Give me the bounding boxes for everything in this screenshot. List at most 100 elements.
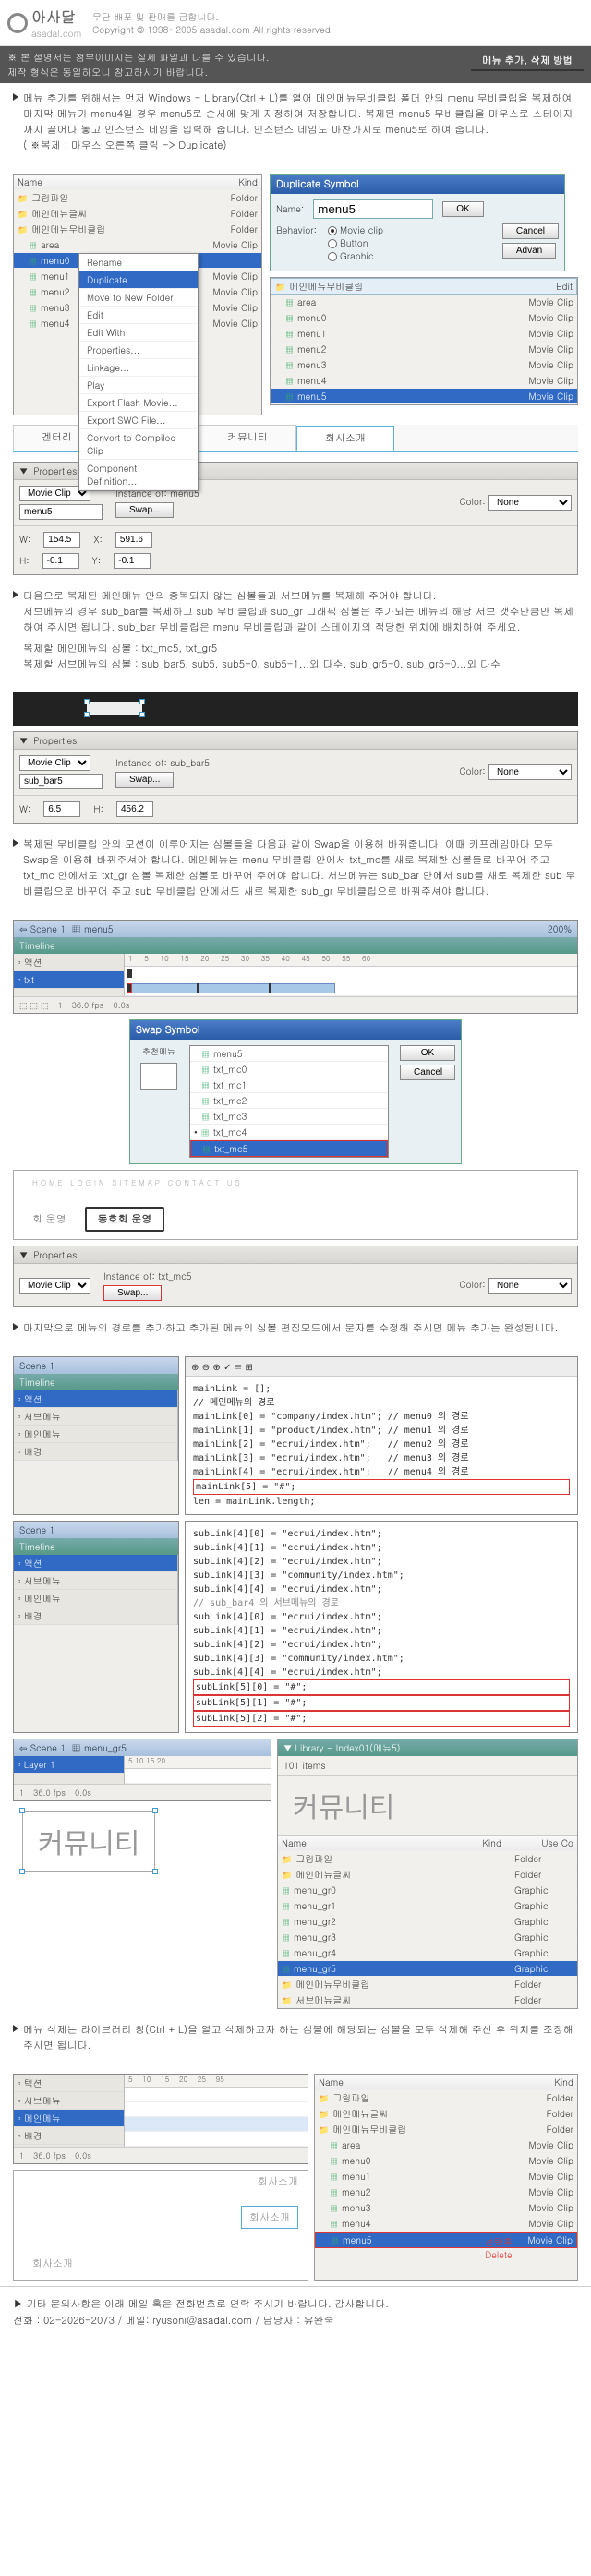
lib-item[interactable]: 메인메뉴무비클립Folder <box>278 1977 577 1992</box>
ctx-export-swf[interactable]: Export Flash Movie... <box>79 394 198 412</box>
ctx-edit[interactable]: Edit <box>79 307 198 324</box>
color-select[interactable]: None <box>488 764 572 780</box>
delete-block: ▫텍션 ▫서브메뉴 ▫메인메뉴 ▫배경 5 10 15 20 25 95 136… <box>13 2074 578 2281</box>
scene-crumb[interactable]: Scene 1 <box>19 1359 54 1372</box>
cancel-button[interactable]: Cancel <box>502 223 559 239</box>
lib-item[interactable]: 그림파일 <box>31 191 226 204</box>
lib-item[interactable]: menu_gr3Graphic <box>278 1930 577 1945</box>
radio-button[interactable] <box>328 239 337 248</box>
text-item-selected[interactable]: 동호회 운영 <box>85 1207 165 1232</box>
x-input[interactable] <box>115 532 152 548</box>
layer-row-selected[interactable]: ▫액션 <box>14 1555 177 1572</box>
swap-item[interactable]: txt_mc0 <box>213 1063 247 1076</box>
lib-item[interactable]: menu_gr1Graphic <box>278 1898 577 1914</box>
lib-item[interactable]: menu1Movie Clip <box>315 2169 577 2185</box>
y-input[interactable] <box>114 553 151 569</box>
lib-item[interactable]: 그림파일Folder <box>315 2090 577 2106</box>
lib-item-selected[interactable]: menu5 <box>297 390 525 403</box>
swap-item[interactable]: menu5 <box>213 1047 243 1060</box>
ctx-play[interactable]: Play <box>79 377 198 394</box>
swap-button[interactable]: Swap... <box>115 772 174 788</box>
layer-row[interactable]: ▫배경 <box>14 1607 177 1625</box>
lib-item[interactable]: 메인메뉴글씨Folder <box>315 2106 577 2122</box>
w-input[interactable] <box>43 801 80 817</box>
lib-item[interactable]: 메인메뉴글씨Folder <box>278 1867 577 1883</box>
layer-row-selected[interactable]: ▫액션 <box>14 1390 177 1408</box>
lib-item[interactable]: 메인메뉴글씨 <box>31 207 226 220</box>
name-input[interactable] <box>313 199 433 219</box>
swap-item[interactable]: txt_mc2 <box>213 1094 247 1107</box>
lib-item[interactable]: menu4 <box>297 374 525 387</box>
instance-name-input[interactable] <box>19 504 103 520</box>
lib-item[interactable]: menu1 <box>297 327 525 340</box>
lib-item[interactable]: areaMovie Clip <box>315 2137 577 2153</box>
scene-crumb[interactable]: Scene 1 <box>19 1523 54 1536</box>
ok-button[interactable]: OK <box>400 1045 455 1061</box>
lib-item[interactable]: menu3Movie Clip <box>315 2200 577 2216</box>
type-select[interactable]: Movie Clip <box>19 1278 90 1294</box>
swap-item[interactable]: txt_mc3 <box>213 1110 247 1123</box>
lib-item[interactable]: 메인메뉴무비클립 <box>31 223 226 235</box>
lib-item[interactable]: menu_gr0Graphic <box>278 1883 577 1898</box>
scene-crumb[interactable]: Scene 1 <box>30 922 66 935</box>
layer-row[interactable]: ▫액션 <box>14 954 124 971</box>
w-input[interactable] <box>43 532 80 548</box>
ctx-editwith[interactable]: Edit With <box>79 324 198 342</box>
swap-item-selected[interactable]: txt_mc5 <box>214 1142 247 1155</box>
lib-item[interactable]: area <box>41 238 209 251</box>
lib-item[interactable]: menu_gr5Graphic <box>278 1961 577 1977</box>
h-input[interactable] <box>42 553 79 569</box>
ctx-properties[interactable]: Properties... <box>79 342 198 359</box>
swap-button[interactable]: Swap... <box>115 502 174 518</box>
tab-item[interactable]: 커뮤니티 <box>199 425 296 451</box>
type-select[interactable]: Movie Clip <box>19 755 90 771</box>
layer-row-selected[interactable]: ▫txt <box>14 971 124 989</box>
advanced-button[interactable]: Advan <box>502 243 556 259</box>
code-body[interactable]: subLink[4][0] = "ecrui/index.htm";subLin… <box>186 1522 577 1732</box>
zoom-value[interactable]: 200% <box>548 922 572 935</box>
lib-folder[interactable]: 메인메뉴무비클립 <box>289 280 552 293</box>
instance-name-input[interactable] <box>19 774 103 789</box>
swap-item[interactable]: txt_mc1 <box>213 1078 247 1091</box>
selected-clip[interactable] <box>87 702 142 715</box>
ctx-rename[interactable]: Rename <box>79 254 198 271</box>
layer-row[interactable]: ▫서브메뉴 <box>14 1408 177 1426</box>
lib-item[interactable]: 서브메뉴글씨Folder <box>278 1992 577 2008</box>
ctx-compdef[interactable]: Component Definition... <box>79 460 198 490</box>
layer-row[interactable]: ▫배경 <box>14 1443 177 1461</box>
ctx-convert[interactable]: Convert to Compiled Clip <box>79 429 198 460</box>
ctx-linkage[interactable]: Linkage... <box>79 359 198 377</box>
color-select[interactable]: None <box>488 495 572 511</box>
ctx-export-swc[interactable]: Export SWC File... <box>79 412 198 429</box>
layer-row[interactable]: ▫메인메뉴 <box>14 1590 177 1607</box>
lib-item[interactable]: menu_gr4Graphic <box>278 1945 577 1961</box>
swap-item[interactable]: txt_mc4 <box>213 1125 247 1138</box>
lib-item[interactable]: 메인메뉴무비클립Folder <box>315 2122 577 2137</box>
lib-item[interactable]: area <box>297 295 525 308</box>
h-input[interactable] <box>116 801 153 817</box>
color-select[interactable]: None <box>488 1278 572 1294</box>
lib-item-selected[interactable]: menu5Movie Clip <box>315 2232 577 2248</box>
radio-movieclip[interactable] <box>328 226 337 235</box>
ok-button[interactable]: OK <box>442 201 483 217</box>
swap-button[interactable]: Swap... <box>103 1285 162 1301</box>
lib-item[interactable]: menu0 <box>297 311 525 324</box>
cancel-button[interactable]: Cancel <box>400 1065 455 1080</box>
code-body[interactable]: mainLink = [];// 메인메뉴의 경로mainLink[0] = "… <box>186 1377 577 1514</box>
symbol-crumb[interactable]: menu5 <box>84 922 114 935</box>
ctx-duplicate[interactable]: Duplicate <box>79 271 198 289</box>
lib-item[interactable]: menu4Movie Clip <box>315 2216 577 2232</box>
lib-item[interactable]: menu2 <box>297 343 525 355</box>
tab-item-active[interactable]: 회사소개 <box>296 426 394 451</box>
layer-row[interactable]: ▫서브메뉴 <box>14 1572 177 1590</box>
radio-graphic[interactable] <box>328 252 337 261</box>
layer-row[interactable]: ▫메인메뉴 <box>14 1426 177 1443</box>
lib-item[interactable]: menu_gr2Graphic <box>278 1914 577 1930</box>
lib-item[interactable]: 그림파일Folder <box>278 1851 577 1867</box>
lib-item[interactable]: menu0Movie Clip <box>315 2153 577 2169</box>
lib-item[interactable]: menu2Movie Clip <box>315 2185 577 2200</box>
lib-item[interactable]: menu3 <box>297 358 525 371</box>
frame-ruler[interactable]: 1 5 10 15 20 25 30 35 40 45 50 55 60 <box>125 954 577 967</box>
ctx-move[interactable]: Move to New Folder <box>79 289 198 307</box>
symbol-stage[interactable]: 커뮤니티 <box>22 1811 155 1872</box>
